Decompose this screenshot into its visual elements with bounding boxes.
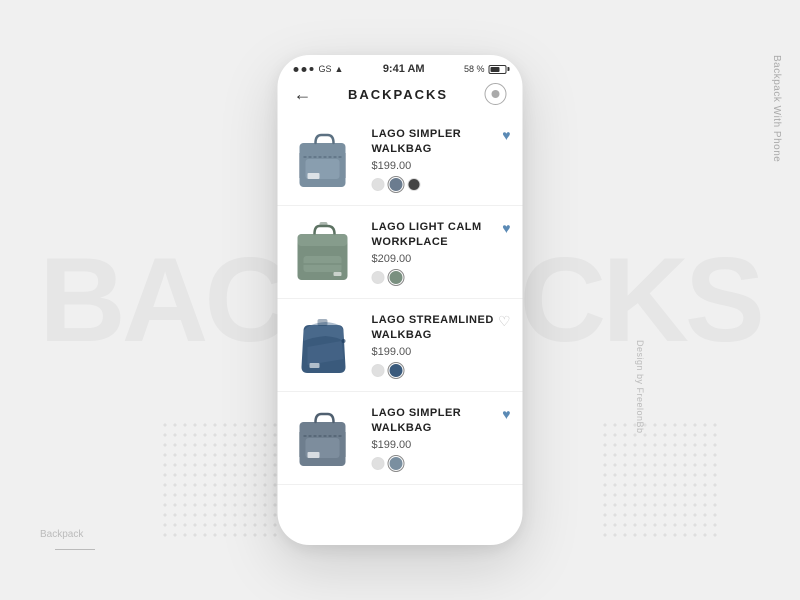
product-info: LAGO STREAMLINEDWALKBAG $199.00 [372,313,511,378]
product-image [290,216,362,288]
favorite-button[interactable]: ♥ [502,406,510,422]
wifi-icon: ▲ [335,64,344,74]
color-swatch[interactable] [390,457,403,470]
product-name: LAGO SIMPLERWALKBAG [372,406,511,437]
favorite-button[interactable]: ♥ [502,220,510,236]
favorite-button[interactable]: ♡ [498,313,511,330]
signal-dot-3 [310,67,314,71]
product-image [290,123,362,195]
carrier-label: GS [319,64,332,74]
color-swatches [372,271,511,284]
battery-icon [488,65,506,74]
nav-bar: ← BACKPACKS [278,79,523,113]
color-swatches [372,364,511,377]
dot-pattern-left [160,420,280,540]
color-swatch[interactable] [390,364,403,377]
product-image [290,402,362,474]
signal-dot-2 [302,67,307,72]
product-price: $199.00 [372,346,511,358]
status-time: 9:41 AM [383,63,425,75]
product-item: LAGO STREAMLINEDWALKBAG $199.00 ♡ [278,299,523,392]
color-swatch[interactable] [390,178,403,191]
side-label-left-bottom: Backpack [40,529,83,540]
color-swatch[interactable] [372,364,385,377]
product-price: $199.00 [372,160,511,172]
product-price: $209.00 [372,253,511,265]
product-price: $199.00 [372,439,511,451]
color-swatch[interactable] [372,178,385,191]
product-info: LAGO SIMPLERWALKBAG $199.00 [372,127,511,192]
signal-dot-1 [294,67,299,72]
profile-icon [491,90,499,98]
page-title: BACKPACKS [348,87,448,102]
side-label-right: Backpack With Phone [771,55,782,162]
favorite-button[interactable]: ♥ [502,127,510,143]
color-swatch[interactable] [408,178,421,191]
battery-area: 58 % [464,64,507,74]
side-label-design: Design by FreelonBb [635,340,645,434]
battery-percent: 58 % [464,64,485,74]
color-swatches [372,178,511,191]
color-swatch[interactable] [372,271,385,284]
product-item: LAGO SIMPLERWALKBAG $199.00 ♥ [278,392,523,485]
back-button[interactable]: ← [294,84,312,105]
product-list: LAGO SIMPLERWALKBAG $199.00 ♥ [278,113,523,545]
bottom-left-line [55,549,95,550]
product-name: LAGO LIGHT CALMWORKPLACE [372,220,511,251]
color-swatch[interactable] [390,271,403,284]
profile-button[interactable] [484,83,506,105]
color-swatches [372,457,511,470]
product-name: LAGO STREAMLINEDWALKBAG [372,313,511,344]
product-info: LAGO SIMPLERWALKBAG $199.00 [372,406,511,471]
phone-frame: GS ▲ 9:41 AM 58 % ← BACKPACKS [278,55,523,545]
battery-fill [490,67,499,72]
product-image [290,309,362,381]
product-name: LAGO SIMPLERWALKBAG [372,127,511,158]
product-info: LAGO LIGHT CALMWORKPLACE $209.00 [372,220,511,285]
status-bar: GS ▲ 9:41 AM 58 % [278,55,523,79]
product-item: LAGO SIMPLERWALKBAG $199.00 ♥ [278,113,523,206]
dot-pattern-right [600,420,720,540]
signal-indicators: GS ▲ [294,64,344,74]
product-item: LAGO LIGHT CALMWORKPLACE $209.00 ♥ [278,206,523,299]
color-swatch[interactable] [372,457,385,470]
